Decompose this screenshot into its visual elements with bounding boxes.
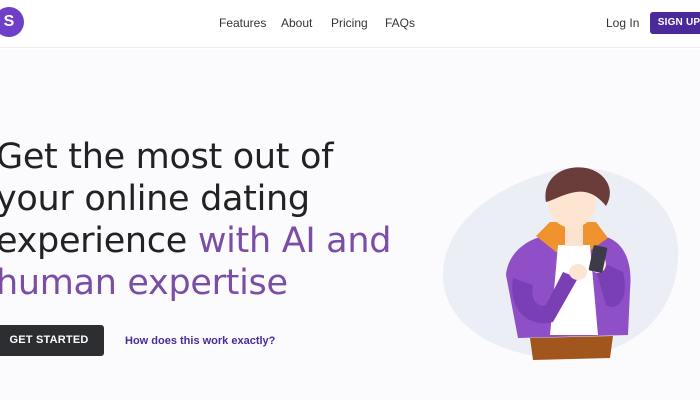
get-started-button[interactable]: GET STARTED <box>0 325 104 356</box>
person-with-phone-illustration <box>438 160 688 365</box>
nav-link-pricing[interactable]: Pricing <box>331 14 368 32</box>
signup-button[interactable]: SIGN UP <box>650 12 700 34</box>
person-with-phone-icon <box>443 167 679 360</box>
headline-line-2: your online dating <box>0 179 310 219</box>
nav-link-features[interactable]: Features <box>219 14 266 32</box>
nav-link-faqs[interactable]: FAQs <box>385 14 415 32</box>
headline-accent-1: with AI and <box>197 221 392 261</box>
headline-line-1: Get the most out of <box>0 137 334 177</box>
headline-accent-2: human expertise <box>0 263 288 303</box>
top-navbar: S Features About Pricing FAQs Log In SIG… <box>0 0 700 48</box>
headline-line-3: experience <box>0 221 198 261</box>
hero-headline: Get the most out of your online dating exp… <box>0 136 391 304</box>
login-link[interactable]: Log In <box>606 14 639 32</box>
main-nav: Features About Pricing FAQs <box>0 14 700 34</box>
how-it-works-link[interactable]: How does this work exactly? <box>125 333 275 349</box>
nav-link-about[interactable]: About <box>281 14 312 32</box>
